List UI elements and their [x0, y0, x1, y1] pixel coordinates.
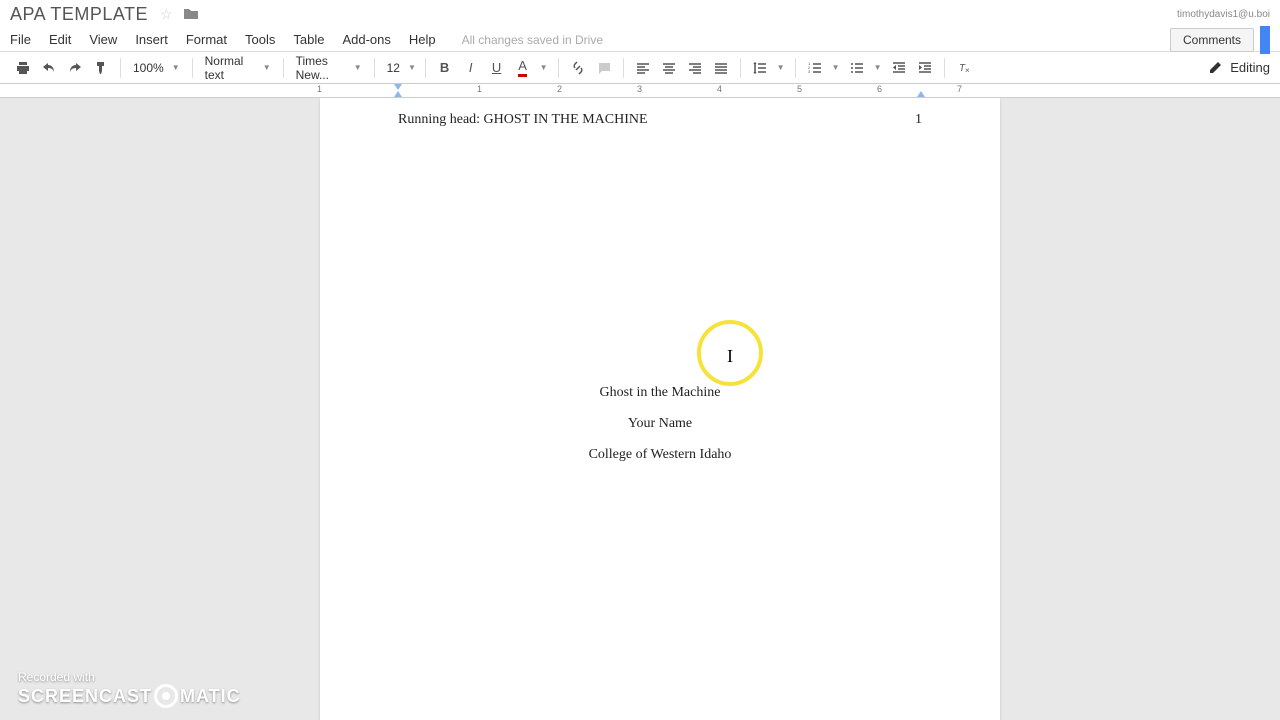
document-title[interactable]: APA TEMPLATE	[10, 4, 148, 25]
save-status: All changes saved in Drive	[462, 33, 603, 47]
running-head-text[interactable]: Running head: GHOST IN THE MACHINE	[398, 112, 648, 128]
toolbar-separator	[374, 58, 375, 78]
menu-addons[interactable]: Add-ons	[342, 32, 390, 47]
left-indent-marker[interactable]	[394, 91, 402, 97]
bulleted-list-caret-icon[interactable]: ▼	[874, 59, 882, 77]
title-bar: APA TEMPLATE ☆ timothydavis1@u.boi	[0, 0, 1280, 28]
increase-indent-icon[interactable]	[916, 59, 934, 77]
font-dropdown[interactable]: Times New...▼	[290, 54, 368, 82]
toolbar-separator	[623, 58, 624, 78]
folder-icon[interactable]	[183, 7, 199, 21]
paper-title[interactable]: Ghost in the Machine	[398, 378, 922, 409]
ruler-mark: 2	[557, 84, 562, 94]
menu-table[interactable]: Table	[293, 32, 324, 47]
align-center-icon[interactable]	[660, 59, 678, 77]
align-justify-icon[interactable]	[712, 59, 730, 77]
text-color-caret-icon[interactable]: ▼	[540, 59, 548, 77]
watermark-tagline: Recorded with	[18, 670, 241, 684]
menu-tools[interactable]: Tools	[245, 32, 275, 47]
text-color-icon[interactable]: A	[514, 59, 532, 77]
running-head[interactable]: Running head: GHOST IN THE MACHINE 1	[398, 112, 922, 128]
document-area[interactable]: Running head: GHOST IN THE MACHINE 1 Gho…	[0, 98, 1280, 720]
ruler-mark: 4	[717, 84, 722, 94]
align-left-icon[interactable]	[634, 59, 652, 77]
comments-button[interactable]: Comments	[1170, 28, 1254, 52]
right-indent-marker[interactable]	[917, 91, 925, 97]
clear-formatting-icon[interactable]: T×	[955, 59, 973, 77]
bulleted-list-icon[interactable]	[848, 59, 866, 77]
toolbar-separator	[795, 58, 796, 78]
toolbar-separator	[944, 58, 945, 78]
page[interactable]: Running head: GHOST IN THE MACHINE 1 Gho…	[320, 98, 1000, 720]
pencil-icon	[1208, 61, 1222, 75]
zoom-dropdown[interactable]: 100%▼	[127, 61, 186, 75]
menu-format[interactable]: Format	[186, 32, 227, 47]
toolbar-separator	[425, 58, 426, 78]
line-spacing-caret-icon[interactable]: ▼	[777, 59, 785, 77]
editing-mode-label: Editing	[1230, 60, 1270, 75]
watermark-logo: SCREENCAST MATIC	[18, 684, 241, 708]
decrease-indent-icon[interactable]	[890, 59, 908, 77]
menu-bar: File Edit View Insert Format Tools Table…	[0, 28, 1280, 52]
star-icon[interactable]: ☆	[160, 6, 173, 23]
menu-help[interactable]: Help	[409, 32, 436, 47]
text-cursor-icon: I	[727, 346, 733, 367]
bold-icon[interactable]: B	[436, 59, 454, 77]
paragraph-style-dropdown[interactable]: Normal text▼	[199, 54, 277, 82]
ruler-mark: 7	[957, 84, 962, 94]
menu-file[interactable]: File	[10, 32, 31, 47]
undo-icon[interactable]	[40, 59, 58, 77]
italic-icon[interactable]: I	[462, 59, 480, 77]
ruler[interactable]: 1 1 2 3 4 5 6 7	[0, 84, 1280, 98]
comment-icon[interactable]	[595, 59, 613, 77]
underline-icon[interactable]: U	[488, 59, 506, 77]
ruler-mark: 1	[317, 84, 322, 94]
ruler-mark: 5	[797, 84, 802, 94]
toolbar-separator	[192, 58, 193, 78]
page-number[interactable]: 1	[915, 112, 922, 128]
redo-icon[interactable]	[66, 59, 84, 77]
menu-edit[interactable]: Edit	[49, 32, 71, 47]
numbered-list-icon[interactable]: 123	[806, 59, 824, 77]
menu-view[interactable]: View	[89, 32, 117, 47]
first-line-indent-marker[interactable]	[394, 84, 402, 90]
svg-text:×: ×	[965, 66, 970, 75]
toolbar-separator	[283, 58, 284, 78]
align-right-icon[interactable]	[686, 59, 704, 77]
print-icon[interactable]	[14, 59, 32, 77]
editing-mode-dropdown[interactable]: Editing	[1208, 60, 1270, 75]
link-icon[interactable]	[569, 59, 587, 77]
line-spacing-icon[interactable]	[751, 59, 769, 77]
paint-format-icon[interactable]	[92, 59, 110, 77]
user-email[interactable]: timothydavis1@u.boi	[1177, 9, 1270, 20]
ruler-mark: 1	[477, 84, 482, 94]
toolbar-separator	[740, 58, 741, 78]
toolbar-separator	[120, 58, 121, 78]
share-button[interactable]	[1260, 26, 1270, 54]
menu-insert[interactable]: Insert	[135, 32, 168, 47]
watermark-circle-icon	[154, 684, 178, 708]
toolbar-separator	[558, 58, 559, 78]
institution[interactable]: College of Western Idaho	[398, 440, 922, 471]
numbered-list-caret-icon[interactable]: ▼	[832, 59, 840, 77]
author-name[interactable]: Your Name	[398, 409, 922, 440]
ruler-mark: 6	[877, 84, 882, 94]
font-size-dropdown[interactable]: 12▼	[381, 61, 419, 75]
svg-text:3: 3	[808, 69, 811, 74]
watermark: Recorded with SCREENCAST MATIC	[18, 670, 241, 708]
toolbar: 100%▼ Normal text▼ Times New...▼ 12▼ B I…	[0, 52, 1280, 84]
ruler-mark: 3	[637, 84, 642, 94]
